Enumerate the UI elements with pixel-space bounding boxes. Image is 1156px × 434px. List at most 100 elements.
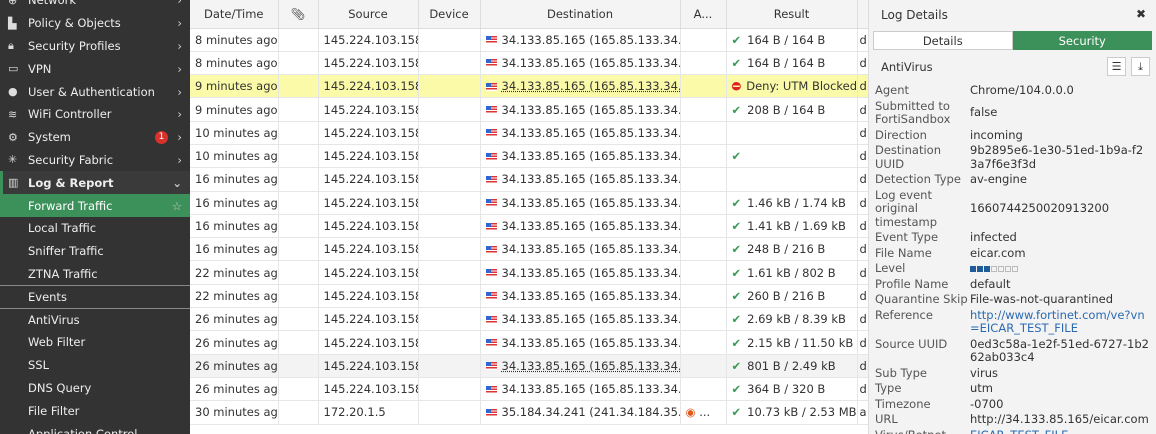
us-flag-icon [485, 175, 497, 184]
sidebar-subitem-events[interactable]: Events [0, 285, 190, 308]
cell-source: 145.224.103.158 [318, 377, 419, 402]
sidebar-item-user-authentication[interactable]: ● User & Authentication › [0, 80, 190, 103]
check-icon: ✔ [731, 382, 742, 397]
column-header[interactable]: Source [318, 0, 419, 29]
detail-key: Quarantine Skip [875, 292, 968, 306]
table-row[interactable]: 16 minutes ago 145.224.103.158 34.133.85.… [190, 237, 868, 262]
sidebar-item-policy-objects[interactable]: ▙ Policy & Objects › [0, 12, 190, 35]
sidebar-item-network[interactable]: ⊕ Network › [0, 0, 190, 12]
star-icon[interactable]: ☆ [172, 199, 182, 213]
detail-field: Virus/BotnetEICAR_TEST_FILE [869, 428, 1156, 434]
sidebar-subitem-antivirus[interactable]: AntiVirus [0, 308, 190, 331]
table-row[interactable]: 10 minutes ago 145.224.103.158 34.133.85.… [190, 121, 868, 145]
notification-badge: 1 [155, 130, 168, 144]
cell-time: 8 minutes ago [190, 28, 279, 52]
table-row[interactable]: 26 minutes ago 145.224.103.158 34.133.85.… [190, 330, 868, 355]
column-header[interactable]: Result [726, 0, 858, 29]
sidebar-subitem-application-control[interactable]: Application Control [0, 422, 190, 434]
sidebar-item-label: VPN [28, 61, 52, 76]
check-icon: ✔ [731, 55, 742, 70]
table-row[interactable]: 16 minutes ago 145.224.103.158 34.133.85.… [190, 167, 868, 192]
table-row[interactable]: 10 minutes ago 145.224.103.158 34.133.85.… [190, 144, 868, 169]
table-row[interactable]: 30 minutes ago 172.20.1.5 35.184.34.241 (… [190, 400, 868, 425]
check-icon: ✔ [731, 195, 742, 210]
table-row[interactable]: 26 minutes ago 145.224.103.158 34.133.85.… [190, 377, 868, 402]
sidebar-subitem-ztna-traffic[interactable]: ZTNA Traffic [0, 263, 190, 286]
cell-time: 8 minutes ago [190, 51, 279, 76]
sidebar-subitem-file-filter[interactable]: File Filter [0, 399, 190, 422]
detail-value: false [970, 105, 998, 120]
sidebar-item-label: AntiVirus [28, 313, 80, 328]
sidebar-item-security-profiles[interactable]: 🔒︎ Security Profiles › [0, 35, 190, 58]
detail-field: URL http://34.133.85.165/eicar.com [869, 412, 1156, 427]
sidebar-subitem-dns-query[interactable]: DNS Query [0, 377, 190, 400]
sidebar-item-vpn[interactable]: ▭ VPN › [0, 57, 190, 80]
chevron-down-icon: ⌄ [172, 175, 182, 190]
table-row[interactable]: 26 minutes ago 145.224.103.158 34.133.85.… [190, 354, 868, 378]
column-header[interactable]: 📎︎ [278, 0, 319, 29]
tab-details[interactable]: Details [873, 31, 1013, 50]
check-icon: ✔ [731, 405, 742, 420]
table-row[interactable]: 16 minutes ago 145.224.103.158 34.133.85.… [190, 214, 868, 239]
sidebar-subitem-web-filter[interactable]: Web Filter [0, 331, 190, 354]
table-row[interactable]: 8 minutes ago 145.224.103.158 34.133.85.1… [190, 28, 868, 52]
sidebar-item-wifi-controller[interactable]: ≋ WiFi Controller › [0, 103, 190, 126]
cell-source: 172.20.1.5 [318, 400, 419, 425]
cell-time: 9 minutes ago [190, 74, 279, 99]
detail-key: Destination UUID [875, 143, 941, 171]
cell-time: 26 minutes ago [190, 330, 279, 355]
column-header[interactable]: Device [418, 0, 481, 29]
paperclip-icon: 📎︎ [290, 6, 306, 21]
sidebar-subitem-local-traffic[interactable]: Local Traffic [0, 217, 190, 240]
column-header[interactable]: A... [680, 0, 727, 29]
sidebar-subitem-ssl[interactable]: SSL [0, 354, 190, 377]
us-flag-icon [485, 152, 497, 161]
sidebar-item-log-report[interactable]: ▥ Log & Report ⌄ [0, 171, 190, 195]
sidebar-item-label: Policy & Objects [28, 16, 121, 31]
table-row[interactable]: 9 minutes ago 145.224.103.158 34.133.85.1… [190, 97, 868, 122]
cell-destination: 34.133.85.165 (165.85.133.34.bc... [480, 284, 681, 309]
sidebar-item-label: Events [28, 290, 67, 305]
cell-destination: 34.133.85.165 (165.85.133.34.bc... [480, 260, 681, 285]
detail-key: Direction [875, 127, 927, 142]
table-row[interactable]: 8 minutes ago 145.224.103.158 34.133.85.1… [190, 51, 868, 76]
cell-result [726, 167, 858, 192]
sidebar-item-security-fabric[interactable]: ✳ Security Fabric › [0, 149, 190, 172]
cell-time: 22 minutes ago [190, 260, 279, 285]
column-header[interactable] [857, 0, 868, 29]
table-row[interactable]: 22 minutes ago 145.224.103.158 34.133.85.… [190, 260, 868, 285]
sidebar-item-label: File Filter [28, 403, 80, 418]
detail-link[interactable]: EICAR_TEST_FILE [970, 428, 1068, 434]
sidebar-item-label: Local Traffic [28, 221, 97, 236]
cell-time: 16 minutes ago [190, 191, 279, 215]
detail-link[interactable]: http://www.fortinet.com/ve?vn=EICAR_TEST… [970, 308, 1150, 336]
cell-destination: 34.133.85.165 (165.85.133.34.bc... [480, 237, 681, 262]
check-icon: ✔ [731, 335, 742, 350]
detail-key: Profile Name [875, 276, 949, 291]
table-row[interactable]: 22 minutes ago 145.224.103.158 34.133.85.… [190, 284, 868, 309]
sidebar-subitem-sniffer-traffic[interactable]: Sniffer Traffic [0, 240, 190, 263]
cell-result: ✔ 164 B / 164 B [726, 28, 858, 52]
column-header[interactable]: Date/Time [190, 0, 279, 29]
sidebar-item-system[interactable]: ⚙ System 1 › [0, 126, 190, 149]
download-icon[interactable]: ⤓ [1131, 57, 1150, 76]
detail-value: virus [970, 365, 999, 380]
cell-app: ◉ ... [680, 400, 727, 425]
cell-extra: d [857, 97, 868, 122]
check-icon: ✔ [731, 312, 742, 327]
tab-security[interactable]: Security [1012, 31, 1152, 50]
column-header[interactable]: Destination [480, 0, 681, 29]
table-row[interactable]: 16 minutes ago 145.224.103.158 34.133.85.… [190, 191, 868, 215]
table-row[interactable]: 9 minutes ago 145.224.103.158 34.133.85.1… [190, 74, 868, 99]
close-icon[interactable]: ✖ [1136, 7, 1146, 21]
cell-destination: 34.133.85.165 (165.85.133.34.bc... [480, 121, 681, 145]
table-row[interactable]: 26 minutes ago 145.224.103.158 34.133.85.… [190, 307, 868, 332]
cell-result: ✔ 801 B / 2.49 kB [726, 354, 858, 378]
list-icon[interactable]: ☰ [1107, 57, 1126, 76]
cell-destination: 34.133.85.165 (165.85.133.34.bc... [480, 377, 681, 402]
sidebar-subitem-forward-traffic[interactable]: Forward Traffic ☆ [0, 194, 190, 217]
chevron-right-icon: › [177, 107, 182, 122]
us-flag-icon [485, 315, 497, 324]
cell-extra: d [857, 307, 868, 332]
cell-app [680, 191, 727, 215]
